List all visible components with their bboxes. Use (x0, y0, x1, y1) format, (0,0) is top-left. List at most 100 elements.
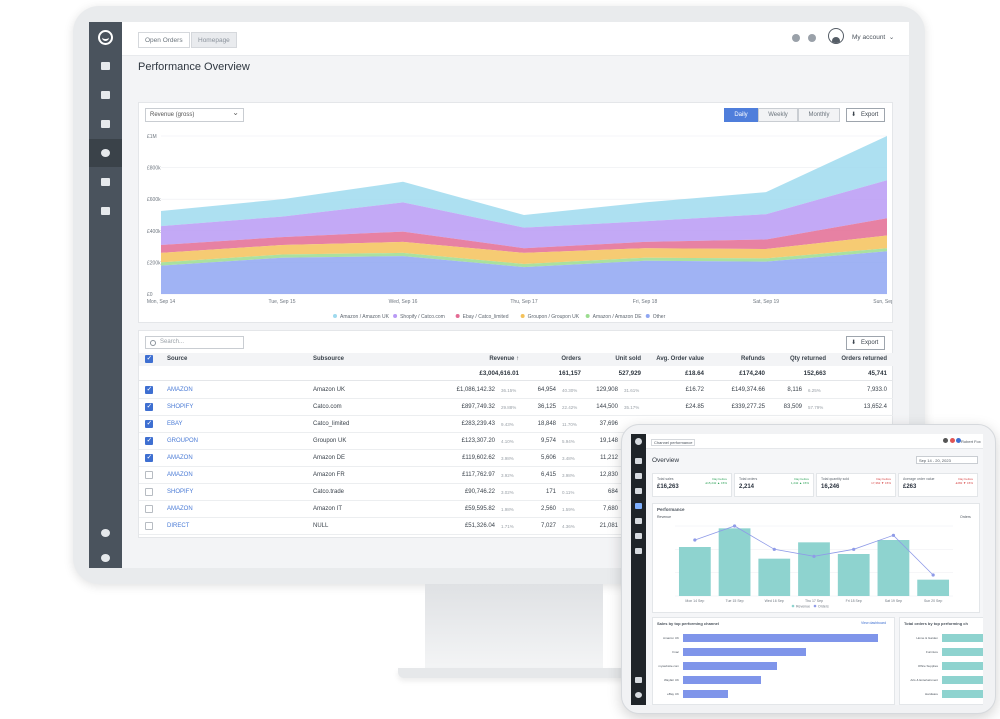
tablet-bell-icon[interactable] (950, 438, 955, 443)
tablet-avatar[interactable] (956, 438, 961, 443)
tablet-puzzle-icon[interactable] (635, 533, 642, 539)
cart-icon[interactable] (89, 81, 122, 109)
row-checkbox[interactable] (145, 453, 153, 462)
avatar[interactable] (828, 28, 844, 44)
tablet-settings-icon[interactable] (635, 548, 642, 554)
legend-item[interactable]: Amazon / Amazon DE (593, 314, 643, 320)
tab-homepage[interactable]: Homepage (191, 32, 237, 48)
table-export-button[interactable]: Export (846, 336, 886, 350)
settings-icon[interactable] (89, 519, 122, 547)
orders-point[interactable] (931, 573, 935, 577)
row-checkbox[interactable] (145, 471, 153, 479)
row-checkbox[interactable] (145, 419, 153, 428)
orders-point[interactable] (693, 538, 697, 542)
logo-icon[interactable] (98, 30, 113, 45)
source-link[interactable]: AMAZON (167, 387, 193, 393)
sales-channel-bar[interactable] (683, 634, 878, 642)
legend-item[interactable]: Shopify / Catco.com (400, 314, 445, 320)
puzzle-icon[interactable] (89, 197, 122, 225)
orders-point[interactable] (732, 524, 737, 528)
revenue-bar[interactable] (917, 579, 950, 596)
sales-channel-bar[interactable] (683, 662, 777, 670)
tablet-logo-icon[interactable] (635, 438, 642, 445)
order-category-bar[interactable] (942, 662, 983, 670)
order-category-bar[interactable] (942, 690, 983, 698)
sales-channel-bar[interactable] (683, 690, 728, 698)
view-dashboard-link[interactable]: View dashboard (861, 621, 886, 625)
dashboard-icon[interactable] (89, 52, 122, 80)
legend-item[interactable]: Groupon / Groupon UK (528, 314, 580, 320)
row-checkbox[interactable] (145, 385, 153, 394)
weekly-button[interactable]: Weekly (758, 108, 798, 122)
select-all-checkbox[interactable] (145, 354, 153, 363)
account-menu[interactable]: My account ⌄ (852, 33, 894, 41)
row-checkbox[interactable] (145, 436, 153, 445)
source-link[interactable]: AMAZON (167, 506, 193, 512)
x-tick-label: Fri, Sep 18 (633, 299, 658, 305)
tablet-help-icon[interactable] (635, 692, 642, 698)
tablet-refresh-icon[interactable] (635, 677, 642, 683)
revenue-bar[interactable] (837, 554, 870, 596)
bell-icon[interactable] (808, 34, 816, 42)
orders-point[interactable] (852, 547, 856, 551)
table-row[interactable]: AMAZON Amazon UK £1,086,142.32 36.15% 64… (139, 382, 893, 399)
export-button[interactable]: Export (846, 108, 886, 122)
row-checkbox[interactable] (145, 522, 153, 530)
search-input[interactable]: Search... (145, 336, 244, 349)
source-link[interactable]: EBAY (167, 421, 183, 427)
col-source[interactable]: Source (167, 356, 187, 362)
revenue-bar[interactable] (877, 540, 910, 596)
tablet-dashboard-icon[interactable] (635, 458, 642, 464)
order-category-bar[interactable] (942, 634, 983, 642)
table-row[interactable]: SHOPIFY Catco.com £897,749.32 29.88% 36,… (139, 399, 893, 416)
truck-icon[interactable] (89, 110, 122, 138)
orders-point[interactable] (891, 533, 896, 537)
chat-icon[interactable] (792, 34, 800, 42)
source-link[interactable]: SHOPIFY (167, 404, 193, 410)
monthly-button[interactable]: Monthly (798, 108, 840, 122)
metric-select[interactable]: Revenue (gross) (145, 107, 244, 122)
sales-channel-bar[interactable] (683, 648, 806, 656)
tablet-truck-icon[interactable] (635, 488, 642, 494)
tablet-chart-icon[interactable] (635, 503, 642, 509)
legend-item[interactable]: Other (653, 314, 666, 320)
row-checkbox[interactable] (145, 488, 153, 496)
col-qty-returned[interactable]: Qty returned (769, 356, 826, 362)
source-link[interactable]: AMAZON (167, 455, 193, 461)
pie-chart-icon[interactable] (89, 139, 122, 167)
order-category-bar[interactable] (942, 676, 983, 684)
revenue-bar[interactable] (678, 547, 711, 596)
tablet-mail-icon[interactable] (635, 518, 642, 524)
help-icon[interactable] (89, 544, 122, 568)
orders-point[interactable] (812, 554, 816, 558)
legend-item[interactable]: Ebay / Catco_limited (463, 314, 509, 320)
tablet-tab[interactable]: Channel performance (651, 439, 696, 446)
col-orders-returned[interactable]: Orders returned (829, 356, 887, 362)
row-checkbox[interactable] (145, 505, 153, 513)
legend-item[interactable]: Amazon / Amazon UK (340, 314, 390, 320)
revenue-bar[interactable] (718, 528, 751, 596)
tablet-chat-icon[interactable] (943, 438, 948, 443)
row-checkbox[interactable] (145, 402, 153, 411)
tablet-date-picker[interactable]: Sep 14 - 20, 2023 (916, 456, 978, 464)
mail-icon[interactable] (89, 168, 122, 196)
revenue-bar[interactable] (798, 542, 830, 596)
source-link[interactable]: DIRECT (167, 523, 189, 529)
source-link[interactable]: SHOPIFY (167, 489, 193, 495)
orders-point[interactable] (772, 547, 776, 551)
col-orders[interactable]: Orders (539, 356, 581, 362)
order-category-bar[interactable] (942, 648, 983, 656)
tablet-cart-icon[interactable] (635, 473, 642, 479)
sales-channel-bar[interactable] (683, 676, 761, 684)
col-subsource[interactable]: Subsource (313, 356, 344, 362)
col-units[interactable]: Unit sold (591, 356, 641, 362)
daily-button[interactable]: Daily (724, 108, 758, 122)
tab-open-orders[interactable]: Open Orders (138, 32, 190, 48)
col-aov[interactable]: Avg. Order value (639, 356, 704, 362)
tablet-user[interactable]: Robert Fox (961, 439, 981, 444)
col-refunds[interactable]: Refunds (715, 356, 765, 362)
source-link[interactable]: AMAZON (167, 472, 193, 478)
revenue-bar[interactable] (758, 558, 791, 596)
col-revenue[interactable]: Revenue ↑ (469, 356, 519, 362)
source-link[interactable]: GROUPON (167, 438, 198, 444)
